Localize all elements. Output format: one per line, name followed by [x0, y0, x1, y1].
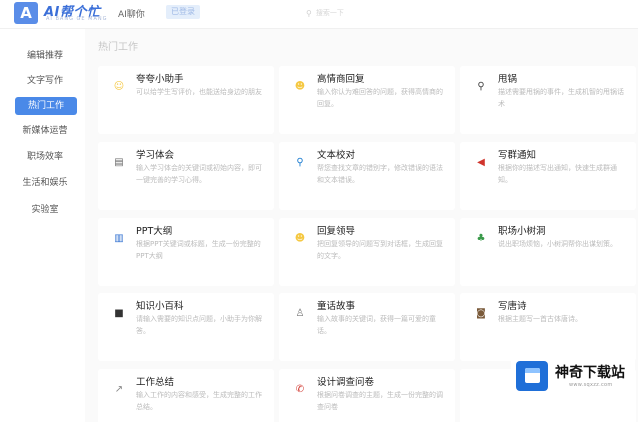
card-description: 根据你的描述写出通知，快速生成群通知。	[498, 164, 617, 184]
sidebar-item-editor-picks[interactable]: 编辑推荐	[10, 47, 80, 65]
card-title: 童话故事	[317, 301, 356, 312]
tool-card[interactable]: ☻ 回复领导 把回复领导的问题写到对话框，生成回复的文字。	[279, 218, 455, 286]
sidebar-item-writing[interactable]: 文字写作	[10, 72, 80, 90]
notebook-icon: ■	[114, 308, 124, 319]
site-watermark: 神奇下载站 www.sqxzz.com	[511, 354, 635, 396]
card-description: 描述需要甩锅的事件，生成机智的甩锅话术	[498, 88, 624, 108]
card-description: 根据问卷调查的主题，生成一份完整的调查问卷	[317, 391, 443, 411]
search-icon: ⚲	[306, 8, 312, 18]
tool-card[interactable]: ⚲ 甩锅 描述需要甩锅的事件，生成机智的甩锅话术	[460, 66, 636, 134]
tool-card[interactable]: ✆ 设计调查问卷 根据问卷调查的主题，生成一份完整的调查问卷	[279, 369, 455, 422]
sidebar: 编辑推荐 文字写作 热门工作 新媒体运营 职场效率 生活和娱乐 实验室	[0, 29, 85, 422]
card-title: 甩锅	[498, 74, 518, 85]
card-title: 回复领导	[317, 226, 356, 237]
cube-icon-top	[525, 368, 540, 373]
app-window: A AI帮个忙 AI BANG GE MANG AI聊你 已登录 ⚲ 搜索一下 …	[0, 0, 638, 422]
card-title: 写群通知	[498, 150, 537, 161]
phone-icon: ✆	[295, 384, 305, 395]
card-description: 输入故事的关键词，获得一篇可爱的童话。	[317, 315, 436, 335]
watermark-url: www.sqxzz.com	[569, 382, 613, 388]
card-title: 写唐诗	[498, 301, 527, 312]
sidebar-item-new-media[interactable]: 新媒体运营	[10, 122, 80, 140]
card-description: 可以给学生写评价，也能送给身边的朋友	[136, 88, 262, 96]
tool-card[interactable]: ☻ 高情商回复 输入你认为难回答的问题，获得高情商的回复。	[279, 66, 455, 134]
card-description: 请输入需要的知识点问题，小助手为你解答。	[136, 315, 262, 335]
tool-card[interactable]: ☺ 夸夸小助手 可以给学生写评价，也能送给身边的朋友	[98, 66, 274, 134]
card-description: 输入你认为难回答的问题，获得高情商的回复。	[317, 88, 443, 108]
tool-card[interactable]: ▥ PPT大纲 根据PPT关键词或标题，生成一份完整的PPT大纲	[98, 218, 274, 286]
tool-card[interactable]: ▤ 学习体会 输入学习体会的关键词或初始内容，即可一键完善的学习心得。	[98, 142, 274, 210]
tool-card[interactable]: ◀ 写群通知 根据你的描述写出通知，快速生成群通知。	[460, 142, 636, 210]
smile-icon: ☺	[113, 81, 125, 92]
chart-icon: ▥	[114, 233, 124, 244]
hidden-icon	[474, 383, 488, 397]
card-title: 职场小树洞	[498, 226, 546, 237]
card-title: 设计调查问卷	[317, 377, 375, 388]
app-subtitle: AI BANG GE MANG	[46, 16, 108, 22]
search-doc-icon: ⚲	[296, 157, 304, 168]
ai-chat-link[interactable]: AI聊你	[118, 7, 145, 20]
megaphone-icon: ◀	[477, 157, 485, 168]
emoji-icon: ☻	[294, 81, 306, 92]
card-description: 根据PPT关键词或标题，生成一份完整的PPT大纲	[136, 240, 261, 260]
tool-card[interactable]: ↗ 工作总结 输入工作的内容和感受，生成完整的工作总结。	[98, 369, 274, 422]
app-logo-icon[interactable]: A	[14, 2, 38, 24]
trend-icon: ↗	[114, 384, 124, 395]
book-icon: ▤	[114, 157, 124, 168]
tool-card[interactable]: ⚲ 文本校对 帮您查找文章的错别字，修改错误的语法和文本错误。	[279, 142, 455, 210]
card-title: 工作总结	[136, 377, 175, 388]
magnifier-icon: ⚲	[477, 81, 485, 92]
sidebar-item-life[interactable]: 生活和娱乐	[10, 174, 80, 192]
card-title: 知识小百科	[136, 301, 184, 312]
cube-logo-icon	[516, 361, 548, 391]
card-description: 输入学习体会的关键词或初始内容，即可一键完善的学习心得。	[136, 164, 262, 184]
top-header: A AI帮个忙 AI BANG GE MANG AI聊你 已登录 ⚲ 搜索一下	[0, 0, 638, 28]
status-badge: 已登录	[166, 5, 200, 19]
tree-icon: ♣	[476, 233, 486, 244]
section-title: 热门工作	[98, 42, 138, 53]
card-description: 输入工作的内容和感受，生成完整的工作总结。	[136, 391, 262, 411]
face-icon: ☻	[294, 233, 306, 244]
card-description: 说出职场烦恼，小树洞帮你出谋划策。	[498, 240, 617, 248]
card-title: 夸夸小助手	[136, 74, 184, 85]
tool-card[interactable]: ◙ 写唐诗 根据主题写一首古体唐诗。	[460, 293, 636, 361]
card-title: 高情商回复	[317, 74, 365, 85]
tool-card[interactable]: ■ 知识小百科 请输入需要的知识点问题，小助手为你解答。	[98, 293, 274, 361]
search-placeholder: 搜索一下	[315, 9, 344, 17]
figure-icon: ♙	[295, 308, 305, 319]
poem-icon: ◙	[476, 308, 486, 319]
card-description: 根据主题写一首古体唐诗。	[498, 315, 582, 323]
card-title: 学习体会	[136, 150, 175, 161]
tool-card[interactable]: ♙ 童话故事 输入故事的关键词，获得一篇可爱的童话。	[279, 293, 455, 361]
card-title: 文本校对	[317, 150, 356, 161]
tool-card[interactable]: ♣ 职场小树洞 说出职场烦恼，小树洞帮你出谋划策。	[460, 218, 636, 286]
sidebar-item-lab[interactable]: 实验室	[10, 201, 80, 219]
watermark-title: 神奇下载站	[555, 365, 625, 381]
search-input[interactable]: ⚲ 搜索一下	[300, 5, 440, 21]
sidebar-item-hot-work[interactable]: 热门工作	[15, 97, 77, 115]
card-title: PPT大纲	[136, 226, 173, 237]
card-description: 帮您查找文章的错别字，修改错误的语法和文本错误。	[317, 164, 443, 184]
card-description: 把回复领导的问题写到对话框，生成回复的文字。	[317, 240, 443, 260]
sidebar-item-workplace[interactable]: 职场效率	[10, 148, 80, 166]
